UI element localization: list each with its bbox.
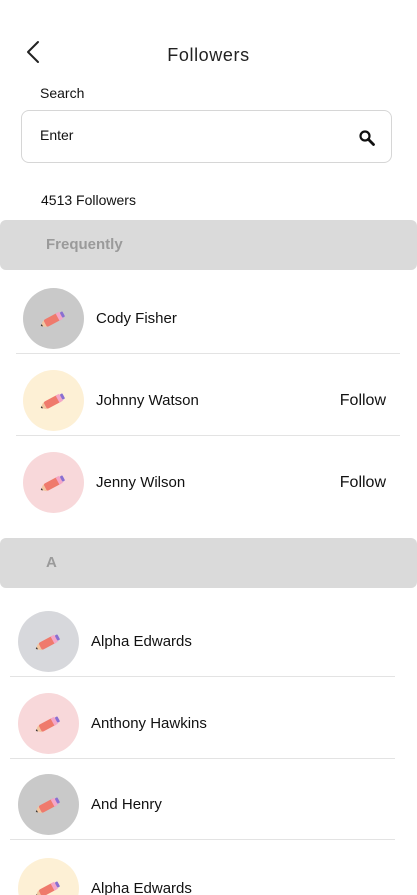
section-title: Frequently [46,236,123,253]
pencil-icon [35,634,60,650]
section-header-frequently: Frequently [0,220,417,270]
pencil-icon [40,393,65,409]
followers-count: 4513 Followers [41,192,136,208]
avatar [18,858,79,895]
avatar [18,693,79,754]
page-title: Followers [167,45,250,65]
avatar [23,452,84,513]
section-header-a: A [0,538,417,588]
avatar [18,774,79,835]
follower-name: Cody Fisher [96,310,177,327]
list-item[interactable]: Johnny Watson Follow [16,354,400,436]
follower-name: Alpha Edwards [91,880,192,895]
avatar [23,370,84,431]
pencil-icon [40,311,65,327]
search-label: Search [40,85,85,101]
follower-name: Jenny Wilson [96,474,186,491]
pencil-icon [40,475,65,491]
section-title: A [46,554,57,571]
list-item[interactable]: Alpha Edwards [10,842,395,895]
follow-button[interactable]: Follow [340,474,386,492]
follower-name: Anthony Hawkins [91,715,207,732]
pencil-icon [35,881,60,895]
list-item[interactable]: And Henry [10,758,395,840]
follower-name: Johnny Watson [96,392,199,409]
avatar [23,288,84,349]
follower-name: And Henry [91,796,162,813]
search-box [21,110,392,163]
follow-button[interactable]: Follow [340,392,386,410]
list-item[interactable]: Jenny Wilson Follow [16,436,400,518]
list-item[interactable]: Alpha Edwards [10,595,395,677]
pencil-icon [35,716,60,732]
search-input[interactable] [40,127,330,143]
list-item[interactable]: Cody Fisher [16,272,400,354]
search-icon[interactable] [358,129,376,147]
avatar [18,611,79,672]
follower-name: Alpha Edwards [91,633,192,650]
list-item[interactable]: Anthony Hawkins [10,677,395,759]
pencil-icon [35,797,60,813]
